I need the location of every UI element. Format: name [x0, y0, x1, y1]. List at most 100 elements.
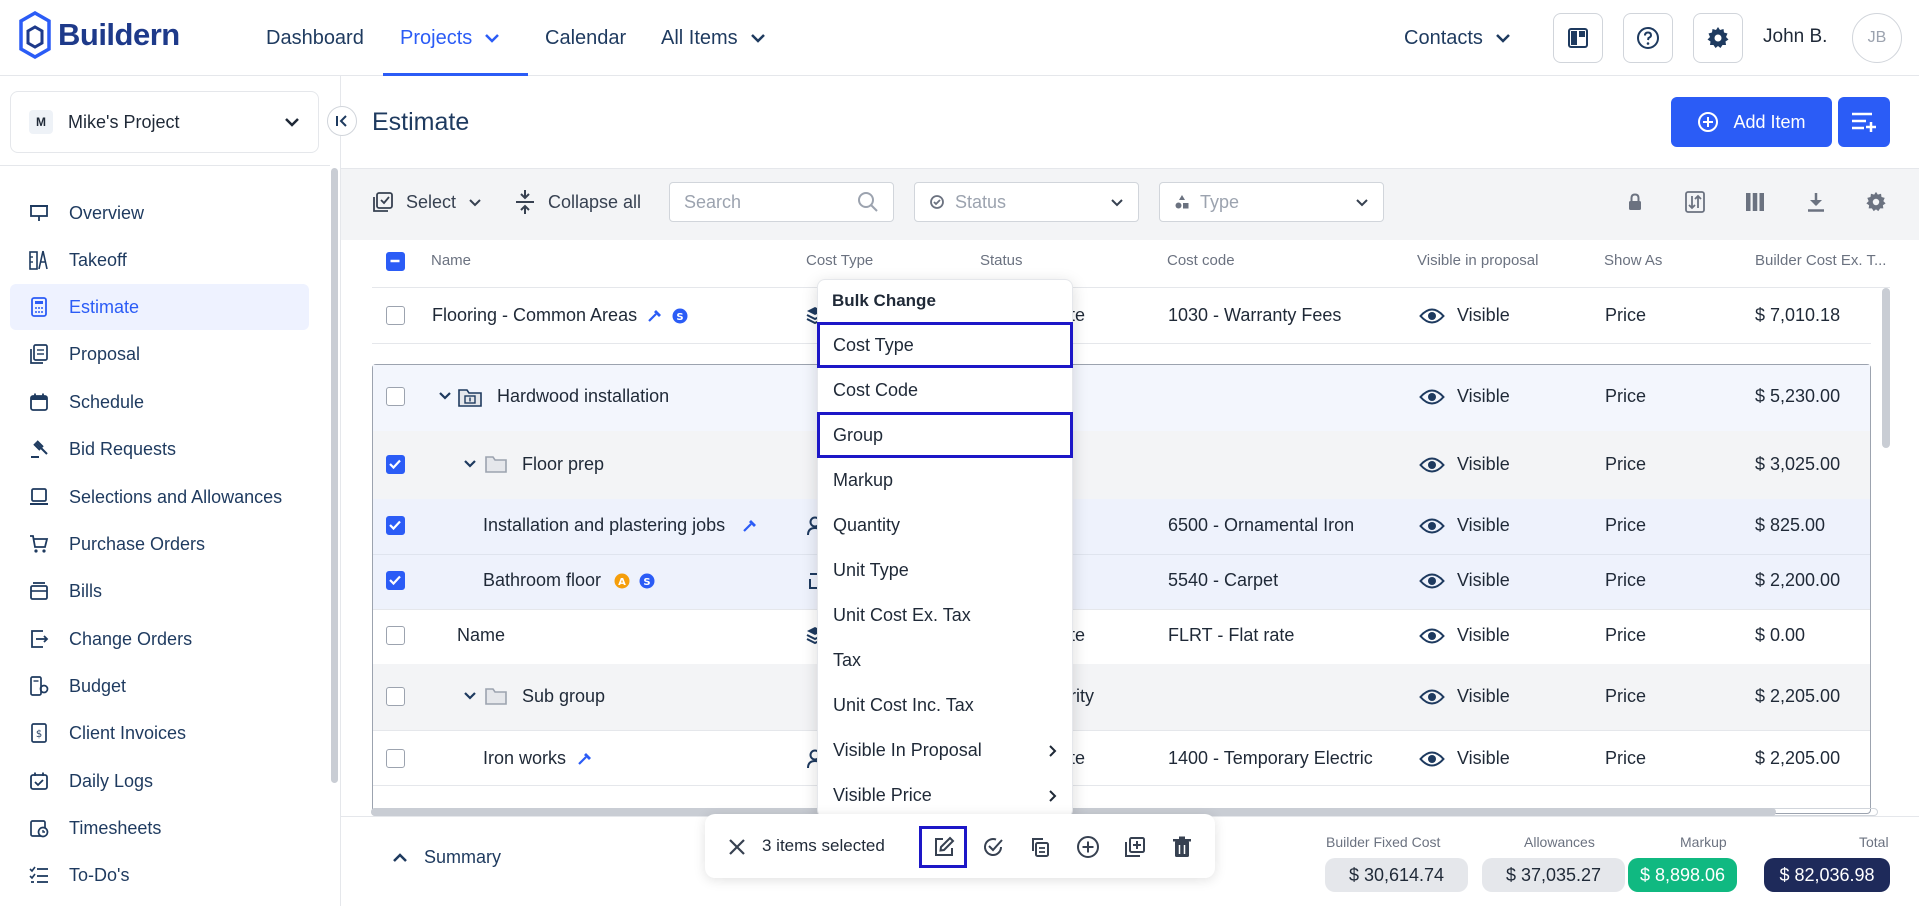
- row-name[interactable]: Hardwood installation: [497, 386, 669, 407]
- bulk-edit-button[interactable]: [929, 832, 959, 862]
- sidebar-item-timesheets[interactable]: Timesheets: [10, 805, 309, 851]
- menu-item-tax[interactable]: Tax: [817, 638, 1073, 683]
- add-button[interactable]: [1073, 832, 1103, 862]
- sidebar-separator: [0, 165, 330, 166]
- row-visibility[interactable]: Visible: [1419, 570, 1510, 591]
- row-checkbox[interactable]: [386, 626, 405, 645]
- sidebar-item-overview[interactable]: Overview: [10, 190, 309, 236]
- row-name[interactable]: Flooring - Common Areas: [432, 305, 637, 326]
- help-button[interactable]: [1623, 13, 1673, 63]
- sidebar-item-takeoff[interactable]: Takeoff: [10, 237, 309, 283]
- column-header[interactable]: Status: [980, 252, 1023, 269]
- menu-item-unit-cost-ex-tax[interactable]: Unit Cost Ex. Tax: [817, 593, 1073, 638]
- avatar[interactable]: JB: [1852, 13, 1902, 63]
- sidebar-item-purchase-orders[interactable]: Purchase Orders: [10, 521, 309, 567]
- clear-selection-button[interactable]: [722, 832, 752, 862]
- add-item-button[interactable]: Add Item: [1671, 97, 1832, 147]
- sidebar-item-estimate[interactable]: Estimate: [10, 284, 309, 330]
- sidebar-item-budget[interactable]: Budget: [10, 663, 309, 709]
- sidebar-item-schedule[interactable]: Schedule: [10, 379, 309, 425]
- visibility-label: Visible: [1457, 686, 1510, 706]
- row-visibility[interactable]: Visible: [1419, 386, 1510, 407]
- menu-item-unit-cost-inc-tax[interactable]: Unit Cost Inc. Tax: [817, 683, 1073, 728]
- sort-button[interactable]: [1681, 188, 1709, 216]
- sidebar-item-selections-and-allowances[interactable]: Selections and Allowances: [10, 474, 309, 520]
- expand-chevron-icon[interactable]: [438, 391, 452, 401]
- column-header[interactable]: Name: [431, 252, 471, 269]
- menu-item-visible-in-proposal[interactable]: Visible In Proposal: [817, 728, 1073, 773]
- column-header[interactable]: Cost code: [1167, 252, 1235, 269]
- search-input[interactable]: Search: [669, 182, 894, 222]
- row-name[interactable]: Floor prep: [522, 454, 604, 475]
- logo[interactable]: Buildern: [18, 10, 180, 60]
- nav-projects[interactable]: Projects: [400, 0, 500, 76]
- row-checkbox[interactable]: [386, 455, 405, 474]
- row-cost-code: 1400 - Temporary Electric: [1168, 748, 1373, 768]
- duplicate-button[interactable]: [1025, 832, 1055, 862]
- menu-item-unit-type[interactable]: Unit Type: [817, 548, 1073, 593]
- expand-chevron-icon[interactable]: [463, 459, 477, 469]
- row-name[interactable]: Iron works: [483, 748, 566, 769]
- nav-dashboard[interactable]: Dashboard: [266, 0, 364, 76]
- menu-item-markup[interactable]: Markup: [817, 458, 1073, 503]
- download-button[interactable]: [1802, 188, 1830, 216]
- menu-item-cost-code[interactable]: Cost Code: [817, 368, 1073, 413]
- menu-item-quantity[interactable]: Quantity: [817, 503, 1073, 548]
- download-icon: [1805, 191, 1827, 213]
- add-list-button[interactable]: [1838, 97, 1890, 147]
- sidebar-item-proposal[interactable]: Proposal: [10, 331, 309, 377]
- add-item-label: Add Item: [1733, 111, 1806, 132]
- row-name[interactable]: Bathroom floor: [483, 570, 601, 591]
- table-vertical-scrollbar[interactable]: [1882, 288, 1890, 448]
- sidebar-item-bid-requests[interactable]: Bid Requests: [10, 426, 309, 472]
- sidebar-item-bills[interactable]: Bills: [10, 568, 309, 614]
- mark-complete-button[interactable]: [978, 832, 1008, 862]
- nav-calendar[interactable]: Calendar: [545, 0, 626, 76]
- row-checkbox[interactable]: [386, 306, 405, 325]
- layout-button[interactable]: [1553, 13, 1603, 63]
- menu-item-visible-price[interactable]: Visible Price: [817, 773, 1073, 818]
- nav-all-items[interactable]: All Items: [661, 0, 766, 76]
- row-checkbox[interactable]: [386, 687, 405, 706]
- row-name[interactable]: Installation and plastering jobs: [483, 515, 725, 536]
- row-visibility[interactable]: Visible: [1419, 625, 1510, 646]
- sidebar-item-client-invoices[interactable]: $ Client Invoices: [10, 710, 309, 756]
- summary-toggle[interactable]: Summary: [392, 847, 501, 868]
- row-checkbox[interactable]: [386, 387, 405, 406]
- status-filter[interactable]: Status: [914, 182, 1139, 222]
- row-checkbox[interactable]: [386, 571, 405, 590]
- project-selector[interactable]: M Mike's Project: [10, 91, 319, 153]
- row-name[interactable]: Name: [457, 625, 505, 646]
- delete-button[interactable]: [1167, 832, 1197, 862]
- row-visibility[interactable]: Visible: [1419, 686, 1510, 707]
- sidebar-item-daily-logs[interactable]: Daily Logs: [10, 758, 309, 804]
- table-settings-button[interactable]: [1862, 188, 1890, 216]
- select-dropdown[interactable]: Select: [372, 186, 482, 218]
- row-visibility[interactable]: Visible: [1419, 515, 1510, 536]
- select-all-checkbox[interactable]: [386, 252, 405, 271]
- collapse-sidebar-button[interactable]: [327, 106, 357, 136]
- column-header[interactable]: Visible in proposal: [1417, 252, 1538, 269]
- column-header[interactable]: Cost Type: [806, 252, 873, 269]
- column-header[interactable]: Builder Cost Ex. T...: [1755, 252, 1886, 269]
- settings-button[interactable]: [1693, 13, 1743, 63]
- nav-contacts[interactable]: Contacts: [1404, 0, 1511, 76]
- row-builder-cost: $ 7,010.18: [1755, 305, 1841, 325]
- row-checkbox[interactable]: [386, 516, 405, 535]
- row-checkbox[interactable]: [386, 749, 405, 768]
- type-filter[interactable]: Type: [1159, 182, 1384, 222]
- sidebar-scrollbar[interactable]: [331, 168, 338, 783]
- user-name[interactable]: John B.: [1763, 26, 1827, 48]
- row-visibility[interactable]: Visible: [1419, 305, 1510, 326]
- column-header[interactable]: Show As: [1604, 252, 1662, 269]
- columns-button[interactable]: [1741, 188, 1769, 216]
- collapse-all-button[interactable]: Collapse all: [514, 186, 641, 218]
- sidebar-item-change-orders[interactable]: Change Orders: [10, 616, 309, 662]
- expand-chevron-icon[interactable]: [463, 691, 477, 701]
- row-visibility[interactable]: Visible: [1419, 748, 1510, 769]
- add-to-group-button[interactable]: [1120, 832, 1150, 862]
- lock-button[interactable]: [1621, 188, 1649, 216]
- row-visibility[interactable]: Visible: [1419, 454, 1510, 475]
- sidebar-item-to-do-s[interactable]: To-Do's: [10, 852, 309, 898]
- row-name[interactable]: Sub group: [522, 686, 605, 707]
